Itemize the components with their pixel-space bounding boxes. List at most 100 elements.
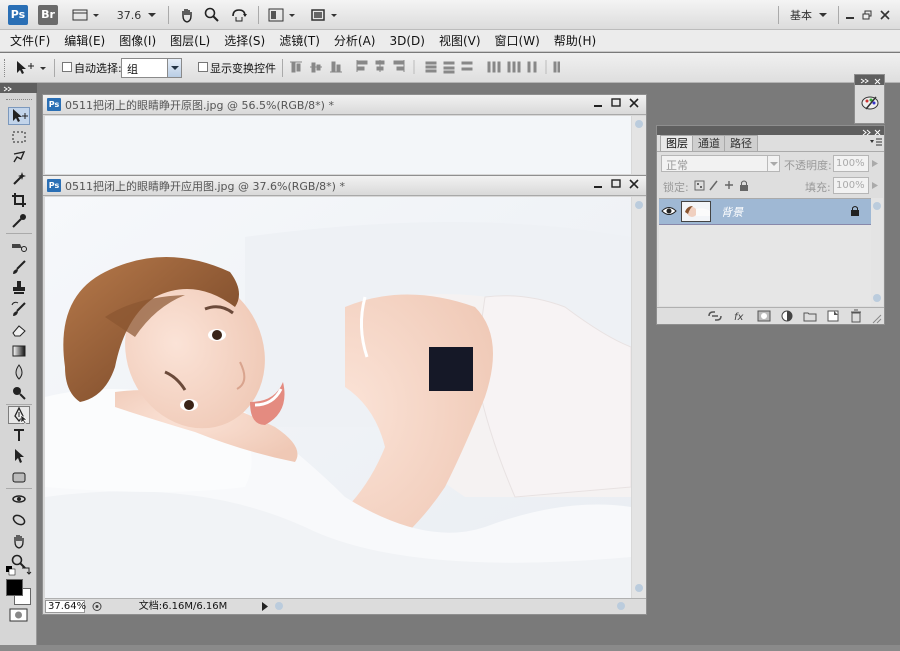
dodge-tool[interactable]	[8, 384, 30, 402]
folder-icon[interactable]	[803, 310, 817, 322]
doc-maximize-button[interactable]	[609, 179, 623, 193]
eraser-tool[interactable]	[8, 321, 30, 339]
fill-field[interactable]: 100%	[833, 177, 869, 194]
view-extras-button[interactable]	[70, 5, 104, 25]
grip-handle[interactable]	[4, 59, 8, 77]
3d-orbit-tool[interactable]	[8, 511, 30, 529]
swap-colors-button[interactable]	[20, 564, 32, 575]
document-canvas[interactable]	[45, 197, 631, 598]
status-menu-button[interactable]	[89, 600, 105, 613]
menu-window[interactable]: 窗口(W)	[495, 32, 540, 49]
marquee-tool[interactable]	[8, 128, 30, 146]
photoshop-logo[interactable]: Ps	[8, 5, 28, 25]
menu-view[interactable]: 视图(V)	[439, 32, 481, 49]
scrollbar-thumb[interactable]	[635, 120, 643, 128]
shape-tool[interactable]	[8, 468, 30, 486]
quick-mask-button[interactable]	[9, 607, 29, 623]
horizontal-scroll-thumb-right[interactable]	[617, 602, 625, 610]
clone-stamp-tool[interactable]	[8, 279, 30, 297]
menu-3d[interactable]: 3D(D)	[389, 34, 424, 48]
tools-panel-header[interactable]	[0, 83, 37, 93]
scrollbar-thumb-bottom[interactable]	[635, 584, 643, 592]
visibility-toggle[interactable]	[661, 203, 677, 219]
vertical-scrollbar[interactable]	[632, 116, 646, 174]
document-title-bar[interactable]: Ps 0511把闭上的眼睛睁开应用图.jpg @ 37.6%(RGB/8*) *	[43, 176, 646, 196]
lock-icons[interactable]	[694, 179, 752, 193]
3d-rotate-tool[interactable]	[8, 490, 30, 508]
hand-tool-button[interactable]	[177, 5, 197, 25]
doc-minimize-button[interactable]	[591, 98, 605, 112]
screen-mode-button[interactable]	[308, 5, 342, 25]
opacity-field[interactable]: 100%	[833, 155, 869, 172]
blend-mode-dropdown[interactable]: 正常	[661, 155, 780, 172]
tool-preset-picker[interactable]	[14, 59, 50, 77]
status-arrow-button[interactable]	[259, 600, 271, 613]
scrollbar-thumb-bottom[interactable]	[873, 294, 881, 302]
tab-paths[interactable]: 路径	[724, 135, 758, 151]
doc-close-button[interactable]	[627, 179, 641, 193]
menu-analysis[interactable]: 分析(A)	[334, 32, 376, 49]
menu-filter[interactable]: 滤镜(T)	[279, 32, 320, 49]
fill-slider-button[interactable]	[869, 177, 881, 194]
brush-tool[interactable]	[8, 258, 30, 276]
layer-name[interactable]: 背景	[721, 204, 743, 220]
path-selection-tool[interactable]	[8, 447, 30, 465]
navigator-panel-button[interactable]	[860, 93, 880, 113]
healing-brush-tool[interactable]	[8, 237, 30, 255]
auto-select-checkbox[interactable]	[62, 62, 72, 72]
layer-row[interactable]: 背景	[659, 199, 871, 225]
dropdown-arrow[interactable]	[167, 59, 181, 77]
dock-header[interactable]	[855, 75, 884, 85]
workspace-switcher[interactable]: 基本	[786, 5, 832, 25]
lasso-tool[interactable]	[8, 149, 30, 167]
pen-tool[interactable]	[8, 406, 30, 424]
arrange-documents-button[interactable]	[266, 5, 300, 25]
menu-help[interactable]: 帮助(H)	[554, 32, 596, 49]
zoom-level-dropdown[interactable]: 37.6	[116, 5, 158, 25]
menu-select[interactable]: 选择(S)	[224, 32, 265, 49]
show-transform-checkbox[interactable]	[198, 62, 208, 72]
menu-image[interactable]: 图像(I)	[119, 32, 156, 49]
link-icon[interactable]	[707, 310, 723, 322]
document-canvas-original[interactable]	[45, 116, 631, 174]
tab-channels[interactable]: 通道	[692, 135, 726, 151]
default-colors-button[interactable]	[6, 565, 16, 576]
scrollbar-thumb[interactable]	[635, 201, 643, 209]
opacity-slider-button[interactable]	[869, 155, 881, 172]
doc-minimize-button[interactable]	[591, 179, 605, 193]
align-distribute-icons[interactable]	[290, 60, 560, 76]
scrollbar-thumb[interactable]	[873, 202, 881, 210]
menu-file[interactable]: 文件(F)	[10, 32, 50, 49]
move-tool[interactable]	[8, 107, 30, 125]
rotate-view-button[interactable]	[228, 5, 250, 25]
minimize-app-button[interactable]	[843, 5, 857, 25]
horizontal-scroll-thumb[interactable]	[275, 602, 283, 610]
close-app-button[interactable]	[878, 5, 892, 25]
quick-selection-tool[interactable]	[8, 170, 30, 188]
doc-maximize-button[interactable]	[609, 98, 623, 112]
dropdown-arrow[interactable]	[767, 156, 779, 171]
blur-tool[interactable]	[8, 363, 30, 381]
zoom-tool-button[interactable]	[202, 5, 222, 25]
restore-app-button[interactable]	[860, 5, 874, 25]
panel-menu-button[interactable]	[869, 137, 883, 149]
layers-panel-header[interactable]	[657, 126, 884, 136]
crop-tool[interactable]	[8, 191, 30, 209]
resize-grip-icon[interactable]	[872, 314, 882, 324]
gradient-tool[interactable]	[8, 342, 30, 360]
doc-close-button[interactable]	[627, 98, 641, 112]
eyedropper-tool[interactable]	[8, 212, 30, 230]
menu-layer[interactable]: 图层(L)	[170, 32, 210, 49]
hand-tool[interactable]	[8, 532, 30, 550]
bridge-button[interactable]: Br	[38, 5, 58, 25]
tab-layers[interactable]: 图层	[660, 135, 694, 151]
fx-icon[interactable]: fx	[733, 309, 749, 323]
zoom-field[interactable]: 37.64%	[45, 600, 86, 613]
adjustment-icon[interactable]	[780, 310, 794, 322]
auto-select-dropdown[interactable]: 组	[121, 58, 182, 78]
history-brush-tool[interactable]	[8, 300, 30, 318]
type-tool[interactable]	[8, 426, 30, 444]
new-layer-icon[interactable]	[826, 310, 840, 322]
document-title-bar[interactable]: Ps 0511把闭上的眼睛睁开原图.jpg @ 56.5%(RGB/8*) *	[43, 95, 646, 115]
menu-edit[interactable]: 编辑(E)	[64, 32, 105, 49]
